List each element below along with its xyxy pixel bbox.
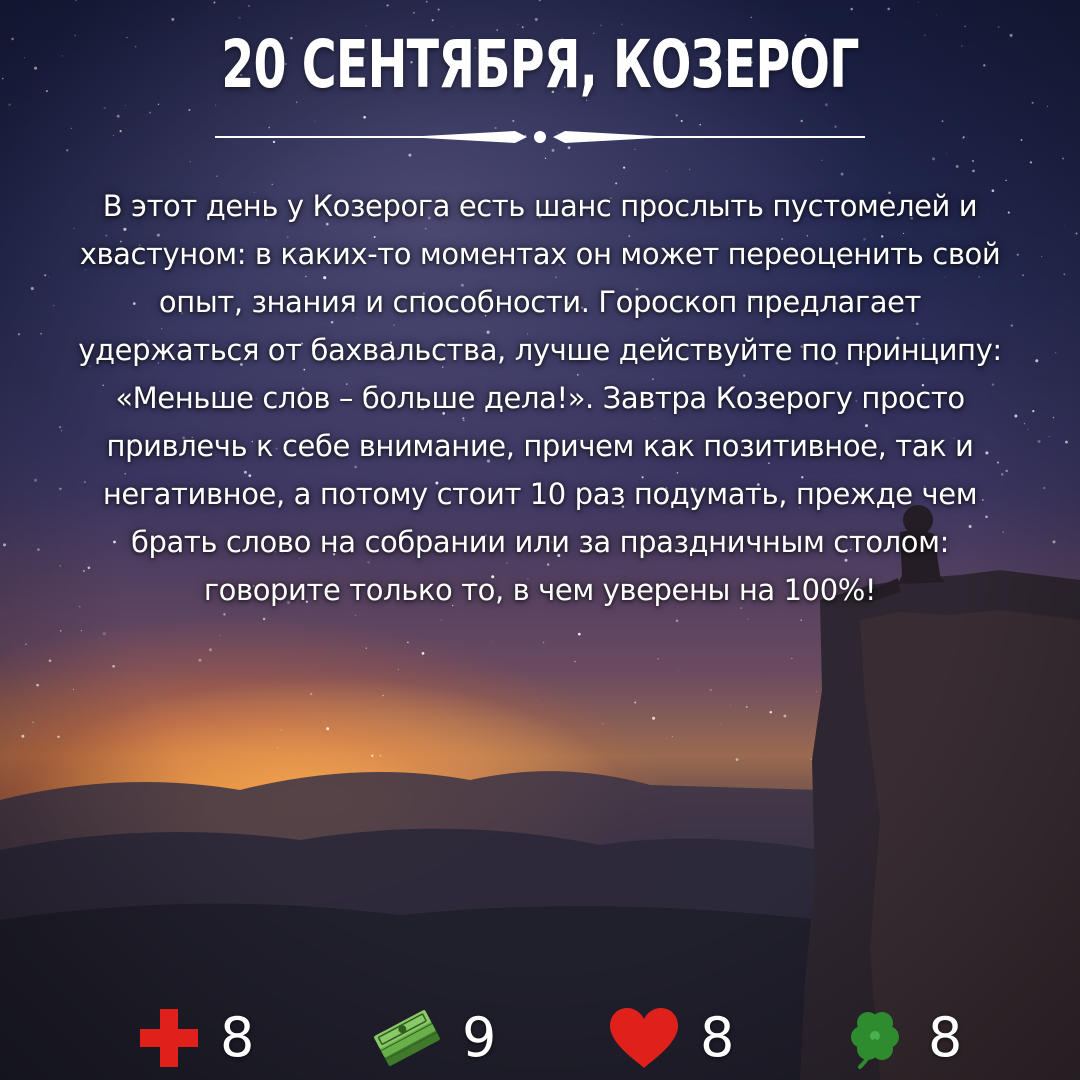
money-stack-icon (374, 1010, 440, 1066)
heart-icon (610, 1008, 678, 1068)
ornamental-divider (215, 131, 865, 143)
page-title: 20 СЕНТЯБРЯ, КОЗЕРОГ (221, 26, 859, 103)
rating-value: 8 (220, 1006, 255, 1069)
rating-luck: 8 (842, 1000, 962, 1076)
rating-health: 8 (138, 1000, 254, 1076)
rating-value: 8 (700, 1006, 735, 1069)
clover-icon (851, 1012, 899, 1069)
horoscope-text: В этот день у Козерога есть шанс прослыт… (78, 189, 1002, 607)
rating-money: 9 (372, 1000, 496, 1076)
rating-love: 8 (608, 1000, 734, 1076)
rating-value: 8 (928, 1006, 963, 1069)
rating-value: 9 (462, 1006, 497, 1069)
ratings-bar: 8 9 8 8 (0, 1000, 1080, 1080)
red-cross-icon (140, 1009, 198, 1067)
